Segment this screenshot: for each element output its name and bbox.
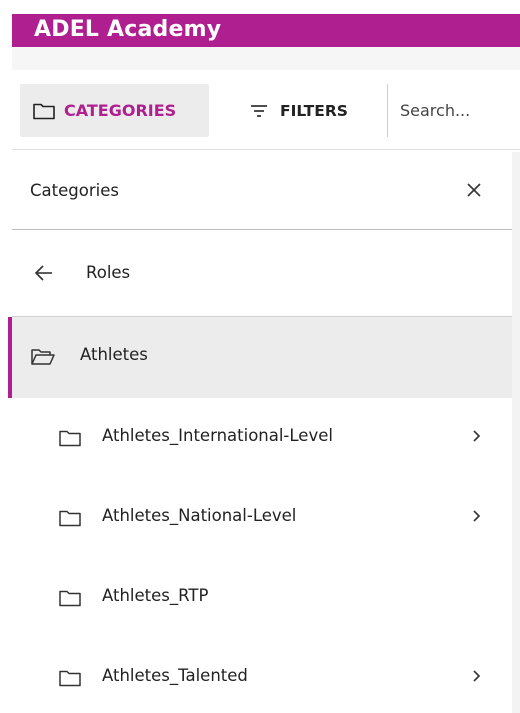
background-content-edge	[512, 152, 520, 713]
category-item-label: Athletes_National-Level	[102, 506, 297, 525]
folder-icon	[59, 670, 81, 687]
category-item-athletes-rtp[interactable]: Athletes_RTP	[12, 558, 512, 638]
category-item-label: Athletes_International-Level	[102, 426, 333, 445]
active-category-label: Athletes	[80, 345, 148, 364]
category-item-label: Athletes_Talented	[102, 666, 248, 685]
chevron-right-icon	[473, 670, 481, 682]
category-item-label: Athletes_RTP	[102, 586, 209, 605]
close-icon	[467, 183, 481, 197]
folder-icon	[59, 510, 81, 527]
close-button[interactable]	[460, 176, 488, 204]
category-item-athletes-talented[interactable]: Athletes_Talented	[12, 638, 512, 713]
app-header: ADEL Academy	[12, 14, 520, 47]
folder-icon	[59, 430, 81, 447]
search-container	[387, 84, 520, 137]
category-item-athletes-international-level[interactable]: Athletes_International-Level	[12, 398, 512, 478]
chevron-right-icon	[473, 510, 481, 522]
sub-header-bar	[12, 47, 520, 70]
categories-button-label: CATEGORIES	[64, 101, 177, 120]
toolbar: CATEGORIES FILTERS	[12, 70, 520, 150]
categories-panel: Categories Roles Athletes Athletes_Inter…	[8, 152, 512, 713]
back-row-label: Roles	[86, 263, 131, 282]
search-input[interactable]	[388, 84, 520, 137]
category-item-athletes[interactable]: Athletes	[8, 317, 512, 398]
back-to-roles-button[interactable]: Roles	[12, 231, 512, 317]
folder-icon	[59, 590, 81, 607]
folder-open-icon	[31, 349, 55, 365]
panel-header: Categories	[12, 152, 512, 230]
categories-button[interactable]: CATEGORIES	[20, 84, 209, 137]
panel-title: Categories	[30, 181, 119, 200]
arrow-left-icon	[34, 265, 52, 281]
filter-icon	[251, 104, 267, 117]
app-title: ADEL Academy	[34, 17, 222, 42]
folder-icon	[33, 103, 55, 119]
filters-button[interactable]: FILTERS	[240, 84, 380, 137]
category-item-athletes-national-level[interactable]: Athletes_National-Level	[12, 478, 512, 558]
filters-button-label: FILTERS	[280, 101, 348, 120]
chevron-right-icon	[473, 430, 481, 442]
